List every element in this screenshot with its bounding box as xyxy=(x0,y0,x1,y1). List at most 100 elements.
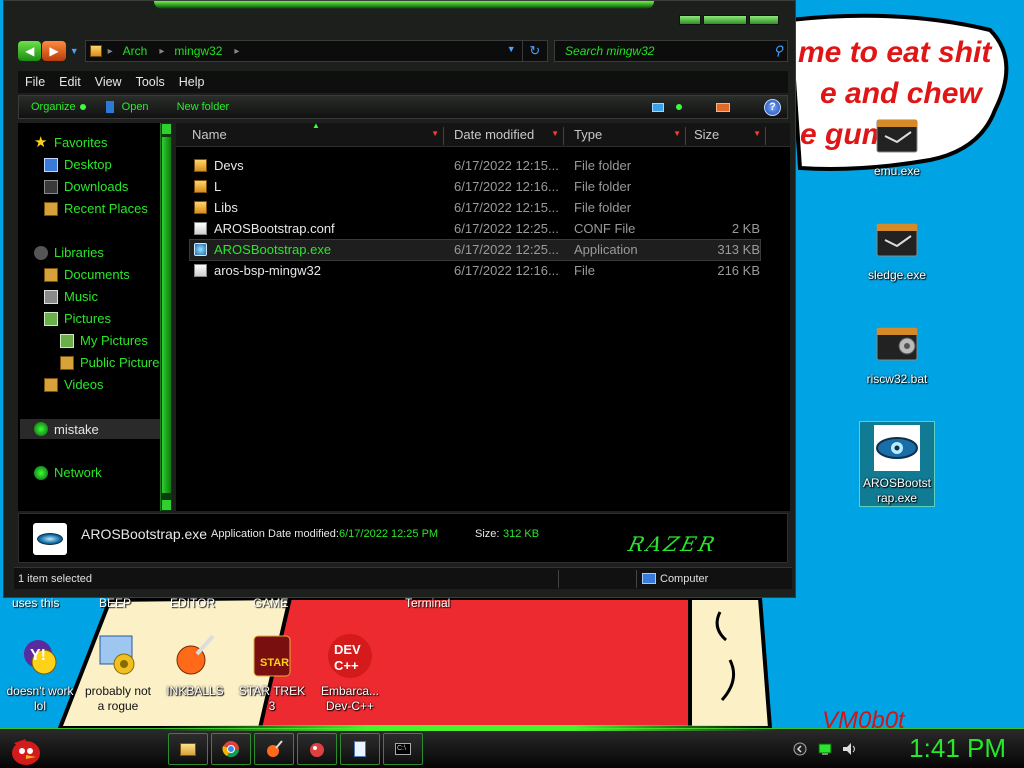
volume-icon[interactable] xyxy=(842,742,856,756)
explorer-window: ◀ ▶ ▼ ▸ Arch ▸ mingw32 ▸ ▼ ↻ Search ming… xyxy=(3,0,796,598)
breadcrumb-separator-icon: ▸ xyxy=(159,45,165,57)
column-filter-icon[interactable]: ▼ xyxy=(673,129,681,138)
breadcrumb[interactable]: ▸ Arch ▸ mingw32 ▸ ▼ xyxy=(84,40,523,62)
column-filter-icon[interactable]: ▼ xyxy=(753,129,761,138)
exe-icon xyxy=(873,216,921,264)
public-pictures-icon xyxy=(60,355,74,370)
nav-mistake[interactable]: mistake xyxy=(20,419,162,439)
back-button[interactable]: ◀ xyxy=(18,41,42,61)
column-type[interactable]: Type ▼ xyxy=(568,127,686,145)
organize-button[interactable]: Organize xyxy=(31,101,86,113)
help-button[interactable]: ? xyxy=(764,98,781,116)
network-tray-icon[interactable] xyxy=(818,742,832,756)
recent-pages-dropdown[interactable]: ▼ xyxy=(70,46,79,56)
status-divider xyxy=(558,570,559,588)
file-row[interactable]: Libs 6/17/2022 12:15... File folder xyxy=(190,198,760,218)
taskbar-terminal[interactable]: C:\ xyxy=(383,733,423,765)
desktop-icon-sledge[interactable]: sledge.exe xyxy=(857,216,937,283)
nav-network[interactable]: Network xyxy=(34,465,102,480)
file-row[interactable]: aros-bsp-mingw32 6/17/2022 12:16... File… xyxy=(190,261,760,281)
column-header: ▲ Name ▼ Date modified ▼ Type ▼ Size ▼ xyxy=(176,121,790,147)
clock[interactable]: 1:41 PM xyxy=(909,733,1006,764)
desktop-icon-startrek[interactable]: STAR STAR TREK 3 xyxy=(232,632,312,714)
taskbar-chrome[interactable] xyxy=(211,733,251,765)
scroll-down-icon[interactable] xyxy=(162,500,171,510)
menu-help[interactable]: Help xyxy=(179,75,205,89)
nav-music[interactable]: Music xyxy=(44,289,98,304)
nav-libraries[interactable]: Libraries xyxy=(34,245,104,260)
nav-my-pictures[interactable]: My Pictures xyxy=(60,333,148,348)
breadcrumb-mingw32[interactable]: mingw32 xyxy=(174,44,222,58)
new-folder-button[interactable]: New folder xyxy=(177,101,230,113)
settings-gear-icon xyxy=(94,632,142,680)
app-icon xyxy=(194,243,207,256)
nav-public-pictures[interactable]: Public Picture xyxy=(60,355,159,370)
desktop-icon-yahoo[interactable]: Y! doesn't work lol xyxy=(0,632,80,714)
file-row[interactable]: L 6/17/2022 12:16... File folder xyxy=(190,177,760,197)
column-name[interactable]: Name ▼ xyxy=(186,127,444,145)
view-dropdown-icon[interactable] xyxy=(676,104,682,110)
column-filter-icon[interactable]: ▼ xyxy=(551,129,559,138)
change-view-icon[interactable] xyxy=(652,102,664,112)
status-selection-count: 1 item selected xyxy=(18,573,92,585)
desktop-icon-devcpp[interactable]: DEV C++ Embarca... Dev-C++ xyxy=(310,632,390,714)
nav-favorites[interactable]: ★ Favorites xyxy=(34,135,107,151)
search-placeholder: Search mingw32 xyxy=(565,44,655,58)
nav-pictures[interactable]: Pictures xyxy=(44,311,111,326)
window-top-glow xyxy=(154,1,654,9)
desktop-icon-emu[interactable]: emu.exe xyxy=(857,112,937,179)
file-row[interactable]: AROSBootstrap.conf 6/17/2022 12:25... CO… xyxy=(190,219,760,239)
desktop-icon-label-cut: uses this xyxy=(12,596,60,610)
minimize-button[interactable] xyxy=(679,15,701,25)
status-location: Computer xyxy=(660,573,709,585)
taskbar-game[interactable] xyxy=(297,733,337,765)
start-button[interactable] xyxy=(4,729,44,768)
menu-view[interactable]: View xyxy=(95,75,122,89)
address-dropdown-icon[interactable]: ▼ xyxy=(507,44,516,54)
exe-icon xyxy=(873,112,921,160)
nav-videos[interactable]: Videos xyxy=(44,377,104,392)
file-row[interactable]: Devs 6/17/2022 12:15... File folder xyxy=(190,156,760,176)
menu-tools[interactable]: Tools xyxy=(136,75,165,89)
recent-places-icon xyxy=(44,201,58,216)
taskbar-inkball[interactable] xyxy=(254,733,294,765)
file-row-selected[interactable]: AROSBootstrap.exe 6/17/2022 12:25... App… xyxy=(189,239,761,261)
taskbar-explorer[interactable] xyxy=(168,733,208,765)
maximize-button[interactable] xyxy=(703,15,747,25)
navigation-pane: ★ Favorites Desktop Downloads Recent Pla… xyxy=(18,123,172,511)
menu-file[interactable]: File xyxy=(25,75,45,89)
forward-button[interactable]: ▶ xyxy=(42,41,66,61)
nav-recent-places[interactable]: Recent Places xyxy=(44,201,148,216)
desktop-icon-label: AROSBootstrap.exe xyxy=(862,476,932,505)
desktop-icon-label-cut: BEEP xyxy=(99,596,132,610)
nav-downloads[interactable]: Downloads xyxy=(44,179,128,194)
notepad-icon xyxy=(354,741,366,757)
chrome-icon xyxy=(222,741,240,758)
open-button[interactable]: Open xyxy=(122,101,149,113)
svg-text:C++: C++ xyxy=(334,658,359,673)
nav-scrollbar[interactable] xyxy=(160,123,172,511)
breadcrumb-arch[interactable]: Arch xyxy=(123,44,148,58)
nav-desktop[interactable]: Desktop xyxy=(44,157,112,172)
preview-pane-icon[interactable] xyxy=(716,102,730,112)
column-filter-icon[interactable]: ▼ xyxy=(431,129,439,138)
column-size[interactable]: Size ▼ xyxy=(688,127,766,145)
refresh-button[interactable]: ↻ xyxy=(522,40,549,62)
column-date-modified[interactable]: Date modified ▼ xyxy=(448,127,564,145)
scroll-thumb[interactable] xyxy=(162,137,171,493)
wallpaper-text-1: me to eat shit xyxy=(798,36,993,69)
dropdown-dot-icon xyxy=(79,104,86,110)
close-button[interactable] xyxy=(749,15,779,25)
menu-edit[interactable]: Edit xyxy=(59,75,81,89)
desktop-icon-arosbootstrap[interactable]: AROSBootstrap.exe xyxy=(859,421,935,507)
search-input[interactable]: Search mingw32 ⚲ xyxy=(554,40,788,62)
desktop-icon-riscw32[interactable]: riscw32.bat xyxy=(857,320,937,387)
nav-documents[interactable]: Documents xyxy=(44,267,130,282)
taskbar-notepad[interactable] xyxy=(340,733,380,765)
details-pane: AROSBootstrap.exe Application Date modif… xyxy=(18,513,788,563)
desktop-icon-inkballs[interactable]: INKBALLS xyxy=(155,632,235,699)
tray-expand-icon[interactable] xyxy=(793,742,807,756)
desktop-icon-label: emu.exe xyxy=(873,164,921,178)
scroll-up-icon[interactable] xyxy=(162,124,171,134)
desktop-icon-rogue[interactable]: probably not a rogue xyxy=(78,632,158,714)
